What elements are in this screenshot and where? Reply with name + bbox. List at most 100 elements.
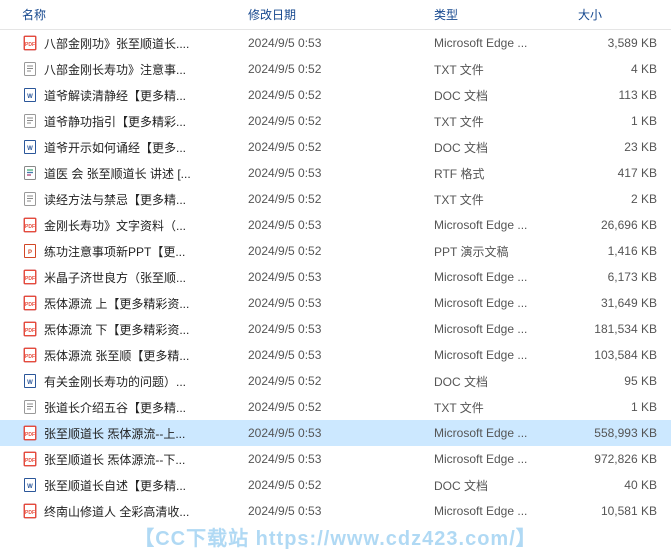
file-size-cell: 6,173 KB (578, 270, 671, 284)
file-name-label: 米晶子济世良方（张至顺... (44, 269, 186, 286)
file-name-cell[interactable]: W 道爷解读清静经【更多精... (0, 87, 240, 104)
file-name-cell[interactable]: 道医 会 张至顺道长 讲述 [... (0, 165, 240, 182)
file-name-cell[interactable]: PDF炁体源流 张至顺【更多精... (0, 347, 240, 364)
file-name-label: 道爷解读清静经【更多精... (44, 87, 186, 104)
file-name-cell[interactable]: 读经方法与禁忌【更多精... (0, 191, 240, 208)
file-date-cell: 2024/9/5 0:53 (240, 166, 426, 180)
file-row[interactable]: P练功注意事项新PPT【更...2024/9/5 0:52PPT 演示文稿1,4… (0, 238, 671, 264)
column-header-date[interactable]: 修改日期 (240, 0, 426, 29)
file-size-cell: 1 KB (578, 114, 671, 128)
file-type-cell: RTF 格式 (426, 165, 578, 182)
file-date-cell: 2024/9/5 0:52 (240, 478, 426, 492)
file-name-cell[interactable]: PDF终南山修道人 全彩高清收... (0, 503, 240, 520)
file-type-cell: Microsoft Edge ... (426, 270, 578, 284)
svg-text:PDF: PDF (25, 432, 35, 438)
file-type-cell: TXT 文件 (426, 191, 578, 208)
file-name-label: 练功注意事项新PPT【更... (44, 243, 185, 260)
file-date-cell: 2024/9/5 0:52 (240, 140, 426, 154)
doc-file-icon: W (22, 139, 38, 155)
watermark-text: 【CC下载站 https://www.cdz423.com/】 (0, 522, 671, 551)
file-name-cell[interactable]: P 练功注意事项新PPT【更... (0, 243, 240, 260)
file-name-label: 八部金刚长寿功》注意事... (44, 61, 186, 78)
file-row[interactable]: PDF 米晶子济世良方（张至顺... 2024/9/5 0:53Microsoft … (0, 264, 671, 290)
file-name-label: 张至顺道长 炁体源流--上... (44, 425, 185, 442)
file-type-cell: DOC 文档 (426, 139, 578, 156)
file-row[interactable]: 张道长介绍五谷【更多精...2024/9/5 0:52TXT 文件1 KB (0, 394, 671, 420)
svg-text:W: W (27, 484, 33, 490)
file-row[interactable]: W道爷开示如何诵经【更多...2024/9/5 0:52DOC 文档23 KB (0, 134, 671, 160)
file-row[interactable]: 读经方法与禁忌【更多精...2024/9/5 0:52TXT 文件2 KB (0, 186, 671, 212)
file-name-cell[interactable]: W 有关金刚长寿功的问题）... (0, 373, 240, 390)
file-date-cell: 2024/9/5 0:53 (240, 296, 426, 310)
file-size-cell: 2 KB (578, 192, 671, 206)
file-name-cell[interactable]: W道爷开示如何诵经【更多... (0, 139, 240, 156)
file-list: PDF八部金刚功》张至顺道长....2024/9/5 0:53Microsoft… (0, 30, 671, 524)
file-date-cell: 2024/9/5 0:52 (240, 400, 426, 414)
svg-text:W: W (27, 380, 33, 386)
file-name-cell[interactable]: PDF 八部金刚功》张至顺道长.... (0, 35, 240, 52)
file-type-cell: Microsoft Edge ... (426, 36, 578, 50)
file-date-cell: 2024/9/5 0:53 (240, 452, 426, 466)
file-size-cell: 10,581 KB (578, 504, 671, 518)
file-name-cell[interactable]: 张道长介绍五谷【更多精... (0, 399, 240, 416)
file-date-cell: 2024/9/5 0:53 (240, 426, 426, 440)
svg-text:PDF: PDF (25, 354, 35, 360)
file-row[interactable]: 道医 会 张至顺道长 讲述 [...2024/9/5 0:53RTF 格式417… (0, 160, 671, 186)
file-row[interactable]: PDF张至顺道长 炁体源流--下...2024/9/5 0:53Microsof… (0, 446, 671, 472)
file-name-cell[interactable]: W 张至顺道长自述【更多精... (0, 477, 240, 494)
file-row[interactable]: PDF金刚长寿功》文字资料（...2024/9/5 0:53Microsoft … (0, 212, 671, 238)
file-row[interactable]: PDF炁体源流 张至顺【更多精...2024/9/5 0:53Microsoft… (0, 342, 671, 368)
file-name-cell[interactable]: PDF炁体源流 上【更多精彩资... (0, 295, 240, 312)
file-name-cell[interactable]: PDF金刚长寿功》文字资料（... (0, 217, 240, 234)
file-row[interactable]: PDF八部金刚功》张至顺道长....2024/9/5 0:53Microsoft… (0, 30, 671, 56)
file-row[interactable]: W 张至顺道长自述【更多精... 2024/9/5 0:52DOC 文档40 KB (0, 472, 671, 498)
file-row[interactable]: W有关金刚长寿功的问题）...2024/9/5 0:52DOC 文档95 KB (0, 368, 671, 394)
file-type-cell: Microsoft Edge ... (426, 296, 578, 310)
file-name-label: 张至顺道长 炁体源流--下... (44, 451, 185, 468)
svg-text:W: W (27, 146, 33, 152)
column-header-row: 名称 修改日期 类型 大小 (0, 0, 671, 30)
pdf-file-icon: PDF (22, 425, 38, 441)
file-name-cell[interactable]: PDF 张至顺道长 炁体源流--上... (0, 425, 240, 442)
file-type-cell: DOC 文档 (426, 477, 578, 494)
doc-file-icon: W (22, 87, 38, 103)
file-name-label: 炁体源流 下【更多精彩资... (44, 321, 189, 338)
file-row[interactable]: W道爷解读清静经【更多精...2024/9/5 0:52DOC 文档113 KB (0, 82, 671, 108)
file-size-cell: 40 KB (578, 478, 671, 492)
file-name-label: 有关金刚长寿功的问题）... (44, 373, 186, 390)
rtf-file-icon (22, 165, 38, 181)
file-size-cell: 417 KB (578, 166, 671, 180)
column-header-size[interactable]: 大小 (578, 0, 671, 29)
file-name-cell[interactable]: PDF炁体源流 下【更多精彩资... (0, 321, 240, 338)
file-name-cell[interactable]: 道爷静功指引【更多精彩... (0, 113, 240, 130)
pdf-file-icon: PDF (22, 217, 38, 233)
svg-text:PDF: PDF (25, 276, 35, 282)
file-date-cell: 2024/9/5 0:53 (240, 270, 426, 284)
file-date-cell: 2024/9/5 0:52 (240, 88, 426, 102)
file-type-cell: Microsoft Edge ... (426, 348, 578, 362)
ppt-file-icon: P (22, 243, 38, 259)
svg-text:PDF: PDF (25, 42, 35, 48)
file-row[interactable]: 道爷静功指引【更多精彩...2024/9/5 0:52TXT 文件1 KB (0, 108, 671, 134)
file-date-cell: 2024/9/5 0:53 (240, 348, 426, 362)
file-date-cell: 2024/9/5 0:53 (240, 218, 426, 232)
file-size-cell: 1 KB (578, 400, 671, 414)
file-row[interactable]: PDF炁体源流 上【更多精彩资...2024/9/5 0:53Microsoft… (0, 290, 671, 316)
doc-file-icon: W (22, 373, 38, 389)
file-type-cell: DOC 文档 (426, 373, 578, 390)
file-size-cell: 558,993 KB (578, 426, 671, 440)
file-name-label: 张至顺道长自述【更多精... (44, 477, 186, 494)
file-name-cell[interactable]: PDF张至顺道长 炁体源流--下... (0, 451, 240, 468)
file-type-cell: TXT 文件 (426, 113, 578, 130)
file-row[interactable]: PDF张至顺道长 炁体源流--上...2024/9/5 0:53Microsof… (0, 420, 671, 446)
column-header-name[interactable]: 名称 (0, 0, 240, 29)
file-row[interactable]: PDF终南山修道人 全彩高清收...2024/9/5 0:53Microsoft… (0, 498, 671, 524)
file-name-cell[interactable]: PDF 米晶子济世良方（张至顺... (0, 269, 240, 286)
file-name-cell[interactable]: 八部金刚长寿功》注意事... (0, 61, 240, 78)
column-header-type[interactable]: 类型 (426, 0, 578, 29)
file-row[interactable]: PDF炁体源流 下【更多精彩资...2024/9/5 0:53Microsoft… (0, 316, 671, 342)
file-name-label: 八部金刚功》张至顺道长.... (44, 35, 189, 52)
file-row[interactable]: 八部金刚长寿功》注意事...2024/9/5 0:52TXT 文件4 KB (0, 56, 671, 82)
doc-file-icon: W (22, 477, 38, 493)
txt-file-icon (22, 113, 38, 129)
